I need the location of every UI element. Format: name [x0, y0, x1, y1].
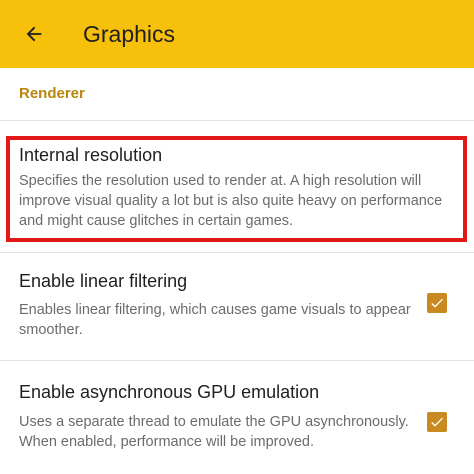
checkbox-checked-icon [431, 298, 443, 308]
back-button[interactable] [14, 14, 54, 54]
pref-title: Internal resolution [19, 145, 163, 165]
pref-summary: Specifies the resolution used to render … [19, 173, 443, 229]
page-title: Graphics [83, 21, 176, 47]
pref-title: Enable linear filtering [19, 271, 188, 291]
pref-summary: Uses a separate thread to emulate the GP… [19, 414, 409, 450]
pref-title: Enable asynchronous GPU emulation [19, 382, 320, 402]
graphics-settings-screen: Graphics Renderer Internal resolution Sp… [0, 0, 474, 474]
toolbar: Graphics [0, 0, 474, 68]
arrow-back-icon [26, 26, 42, 42]
section-header-renderer: Renderer [19, 85, 85, 102]
linear-filtering-checkbox[interactable] [427, 293, 447, 313]
pref-async-gpu[interactable]: Enable asynchronous GPU emulation Uses a… [0, 361, 474, 474]
async-gpu-checkbox[interactable] [427, 412, 447, 432]
pref-internal-resolution[interactable]: Internal resolution Specifies the resolu… [0, 121, 474, 251]
pref-summary: Enables linear filtering, which causes g… [19, 302, 411, 338]
pref-linear-filtering[interactable]: Enable linear filtering Enables linear f… [0, 253, 474, 359]
checkbox-checked-icon [431, 417, 443, 427]
